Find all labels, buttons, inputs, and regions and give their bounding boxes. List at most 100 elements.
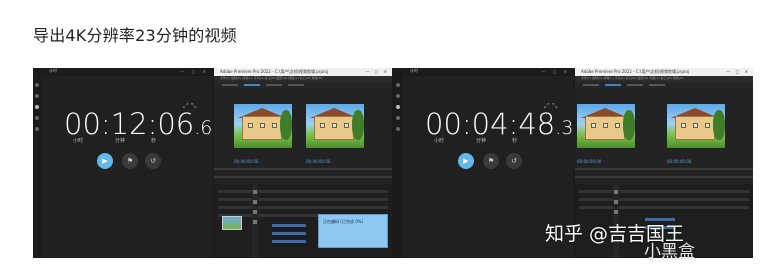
workspace-tabs <box>575 82 753 88</box>
select-tool-icon[interactable] <box>253 190 257 194</box>
workspace-tab-active[interactable] <box>244 84 260 86</box>
timeline-row <box>579 190 749 193</box>
house <box>675 116 715 140</box>
video-clip[interactable] <box>272 232 306 235</box>
nav-icon[interactable] <box>396 94 400 98</box>
program-monitor <box>667 104 725 148</box>
tree <box>623 110 635 140</box>
timer-sidebar <box>394 76 402 258</box>
page: 导出4K分辨率23分钟的视频 计时 — ▢ ✕ ⤢ ⤡ 00:12:06.60 … <box>0 0 771 274</box>
unit-seconds: 秒 <box>151 138 157 144</box>
unit-minutes: 分钟 <box>476 138 487 144</box>
house-window <box>332 123 337 128</box>
nav-icon[interactable] <box>35 94 39 98</box>
premiere-title: Adobe Premiere Pro 2022 - C:\用户\文档\视频剪辑.… <box>220 69 329 74</box>
house-window <box>248 123 253 128</box>
stopwatch-centiseconds: .39 <box>555 117 574 139</box>
unit-hours: 小时 <box>434 138 445 144</box>
nav-icon[interactable] <box>35 116 39 120</box>
project-thumbnail[interactable] <box>222 216 242 230</box>
house-window <box>603 123 608 128</box>
house-window <box>705 123 710 128</box>
transport-bar[interactable] <box>575 176 753 178</box>
house-window <box>681 123 686 128</box>
stopwatch-time: 00:04:48 <box>425 107 556 141</box>
house <box>242 116 282 140</box>
timer-nav-icon[interactable] <box>35 105 39 109</box>
window-controls[interactable]: — ▢ ✕ <box>365 69 389 74</box>
encoding-dialog: 正在编码 (已完成 0%) <box>318 214 388 248</box>
workspace-tab-active[interactable] <box>605 84 621 86</box>
lap-button[interactable]: ⚑ <box>122 153 138 169</box>
monitor-scrubber[interactable] <box>575 168 753 170</box>
tools-panel <box>252 184 258 258</box>
timer-title: 计时 <box>410 68 418 73</box>
nav-icon[interactable] <box>396 127 400 131</box>
stopwatch-display: 00:12:06.60 <box>64 107 213 141</box>
workspace-tab[interactable] <box>266 84 282 86</box>
house-window <box>344 123 349 128</box>
house-window <box>320 123 325 128</box>
select-tool-icon[interactable] <box>614 190 618 194</box>
play-button[interactable]: ▶ <box>458 153 474 169</box>
monitor-scrubber[interactable] <box>214 168 392 170</box>
timer-titlebar: 计时 — ▢ ✕ <box>33 68 213 76</box>
tree <box>280 110 292 140</box>
house-window <box>260 123 265 128</box>
house-window <box>591 123 596 128</box>
stopwatch-time: 00:12:06 <box>64 107 195 141</box>
unit-minutes: 分钟 <box>115 138 126 144</box>
text-tool-icon[interactable] <box>253 220 257 224</box>
window-controls[interactable]: — ▢ ✕ <box>726 69 750 74</box>
timeline-row <box>218 206 388 209</box>
workspace-tab[interactable] <box>583 84 599 86</box>
reset-button[interactable]: ↺ <box>145 153 161 169</box>
source-monitor <box>577 104 635 148</box>
hand-tool-icon[interactable] <box>253 210 257 214</box>
video-clip[interactable] <box>272 224 306 227</box>
stopwatch-centiseconds: .60 <box>194 117 213 139</box>
stopwatch-display: 00:04:48.39 <box>425 107 574 141</box>
hand-tool-icon[interactable] <box>614 210 618 214</box>
timeline-row <box>218 190 388 193</box>
timeline-row <box>579 198 749 201</box>
premiere-title: Adobe Premiere Pro 2022 - C:\用户\文档\视频剪辑.… <box>581 69 690 74</box>
house-window <box>272 123 277 128</box>
tree <box>352 110 364 140</box>
program-timecode: 00:00:00:00 <box>667 159 692 164</box>
workspace-tab[interactable] <box>288 84 304 86</box>
unit-seconds: 秒 <box>512 138 518 144</box>
audio-clip[interactable] <box>272 240 306 243</box>
premiere-titlebar: Adobe Premiere Pro 2022 - C:\用户\文档\视频剪辑.… <box>575 68 753 76</box>
workspace-tab[interactable] <box>627 84 643 86</box>
nav-icon[interactable] <box>396 116 400 120</box>
play-button[interactable]: ▶ <box>97 153 113 169</box>
timer-nav-icon[interactable] <box>396 105 400 109</box>
razor-tool-icon[interactable] <box>253 200 257 204</box>
nav-icon[interactable] <box>396 83 400 87</box>
house-window <box>693 123 698 128</box>
razor-tool-icon[interactable] <box>614 200 618 204</box>
nav-icon[interactable] <box>35 127 39 131</box>
window-controls[interactable]: — ▢ ✕ <box>541 69 570 74</box>
window-controls[interactable]: — ▢ ✕ <box>180 69 209 74</box>
article-heading: 导出4K分辨率23分钟的视频 <box>33 26 237 45</box>
xiaoheihe-watermark: 小黑盒 <box>644 242 695 262</box>
lap-button[interactable]: ⚑ <box>483 153 499 169</box>
workspace-tab[interactable] <box>222 84 238 86</box>
reset-button[interactable]: ↺ <box>506 153 522 169</box>
premiere-titlebar: Adobe Premiere Pro 2022 - C:\用户\文档\视频剪辑.… <box>214 68 392 76</box>
nav-icon[interactable] <box>35 83 39 87</box>
timer-titlebar: 计时 — ▢ ✕ <box>394 68 574 76</box>
source-monitor <box>234 104 292 148</box>
workspace-tab[interactable] <box>649 84 665 86</box>
transport-bar[interactable] <box>214 176 392 178</box>
timer-window-1: 计时 — ▢ ✕ ⤢ ⤡ 00:12:06.60 小时 分钟 秒 ▶ ⚑ <box>33 68 213 258</box>
tree <box>713 110 725 140</box>
house <box>585 116 625 140</box>
workspace-tabs <box>214 82 392 88</box>
timer-sidebar <box>33 76 41 258</box>
program-monitor <box>306 104 364 148</box>
house-window <box>615 123 620 128</box>
source-timecode: 00:00:00:00 <box>577 159 602 164</box>
